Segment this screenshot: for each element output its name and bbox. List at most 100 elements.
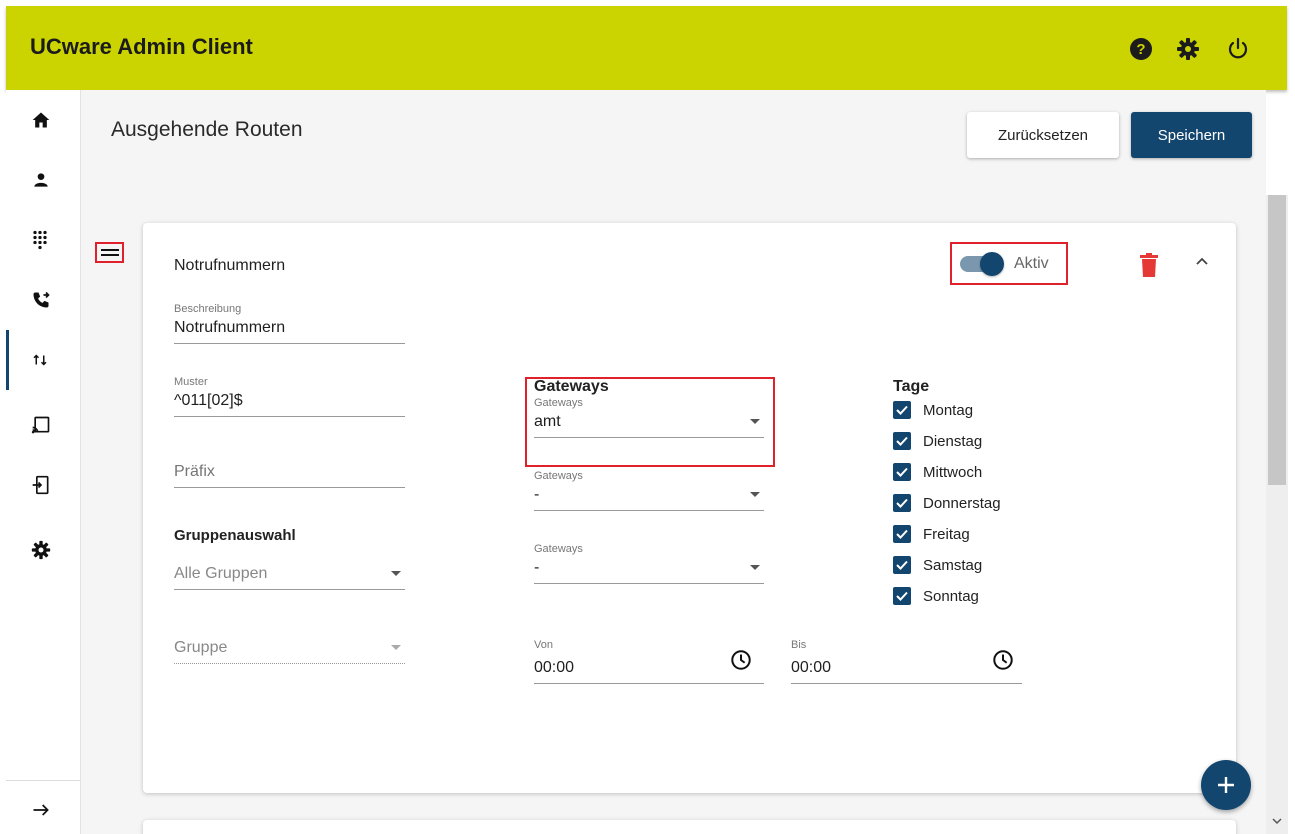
- beschreibung-label: Beschreibung: [174, 303, 242, 315]
- checkbox[interactable]: [893, 525, 911, 543]
- app-title: UCware Admin Client: [30, 34, 253, 59]
- day-label: Samstag: [923, 556, 983, 574]
- plus-icon: [1218, 777, 1234, 793]
- gateway-select-1[interactable]: Gateways amt: [534, 397, 764, 438]
- day-thursday[interactable]: Donnerstag: [893, 494, 1001, 512]
- power-icon[interactable]: [1225, 36, 1251, 62]
- sidebar-item-forwarding[interactable]: [6, 270, 80, 330]
- praefix-input[interactable]: [174, 459, 405, 488]
- chevron-down-icon: [750, 492, 760, 497]
- route-card-next[interactable]: [143, 820, 1236, 834]
- gruppenauswahl-select[interactable]: Alle Gruppen: [174, 561, 405, 590]
- day-tuesday[interactable]: Dienstag: [893, 432, 982, 450]
- scrollbar[interactable]: [1266, 195, 1288, 834]
- route-title: Notrufnummern: [174, 257, 286, 274]
- gear-icon[interactable]: [1175, 36, 1201, 62]
- arrow-right-icon: [33, 804, 49, 816]
- cast-icon: [31, 416, 50, 434]
- checkbox[interactable]: [893, 401, 911, 419]
- help-icon[interactable]: ?: [1128, 36, 1154, 62]
- chevron-down-icon: [750, 419, 760, 424]
- gateway-select-3[interactable]: Gateways -: [534, 543, 764, 584]
- chevron-down-icon: [391, 645, 401, 650]
- checkbox[interactable]: [893, 494, 911, 512]
- svg-text:?: ?: [1136, 41, 1145, 58]
- tage-heading: Tage: [893, 378, 930, 395]
- day-label: Donnerstag: [923, 494, 1001, 512]
- muster-label: Muster: [174, 376, 208, 388]
- muster-input[interactable]: [174, 388, 405, 417]
- day-label: Freitag: [923, 525, 970, 543]
- checkbox[interactable]: [893, 463, 911, 481]
- day-wednesday[interactable]: Mittwoch: [893, 463, 982, 481]
- phone-forward-icon: [33, 291, 50, 308]
- gateway-label-1: Gateways: [534, 397, 583, 409]
- bis-field[interactable]: Bis: [791, 639, 1022, 684]
- gruppenauswahl-heading: Gruppenauswahl: [174, 527, 296, 544]
- day-label: Dienstag: [923, 432, 983, 450]
- drag-handle-icon: [100, 248, 119, 256]
- page-title: Ausgehende Routen: [111, 118, 303, 141]
- gateway-value-1: amt: [534, 409, 764, 438]
- day-label: Montag: [923, 401, 974, 419]
- save-button[interactable]: Speichern: [1131, 112, 1252, 158]
- day-sunday[interactable]: Sonntag: [893, 587, 979, 605]
- active-toggle[interactable]: Aktiv: [950, 242, 1068, 285]
- chevron-down-icon: [391, 571, 401, 576]
- drag-handle[interactable]: [95, 242, 124, 263]
- gateway-label-2: Gateways: [534, 470, 583, 482]
- login-icon: [32, 475, 49, 495]
- gateway-label-3: Gateways: [534, 543, 583, 555]
- gateway-value-3: -: [534, 555, 764, 584]
- gruppenauswahl-value: Alle Gruppen: [174, 561, 405, 590]
- day-saturday[interactable]: Samstag: [893, 556, 982, 574]
- bis-label: Bis: [791, 639, 807, 651]
- add-route-button[interactable]: [1201, 760, 1251, 810]
- gateway-value-2: -: [534, 482, 764, 511]
- route-card: Notrufnummern Aktiv Beschreibung Muster …: [143, 223, 1236, 793]
- muster-field[interactable]: Muster: [174, 376, 405, 417]
- checkbox[interactable]: [893, 432, 911, 450]
- sidebar-item-routes[interactable]: [6, 330, 80, 390]
- sidebar-item-login[interactable]: [6, 455, 80, 515]
- scrollbar-thumb[interactable]: [1268, 195, 1286, 485]
- sidebar-item-home[interactable]: [6, 90, 80, 150]
- bis-input[interactable]: [791, 651, 1022, 684]
- praefix-field[interactable]: [174, 459, 405, 488]
- collapse-button[interactable]: [1189, 248, 1215, 274]
- chevron-down-icon: [750, 565, 760, 570]
- day-label: Sonntag: [923, 587, 979, 605]
- clock-icon[interactable]: [992, 649, 1014, 671]
- beschreibung-field[interactable]: Beschreibung: [174, 303, 405, 344]
- checkbox[interactable]: [893, 556, 911, 574]
- scroll-down-icon[interactable]: [1272, 817, 1282, 825]
- active-label: Aktiv: [1014, 254, 1049, 272]
- dialpad-icon: [33, 230, 47, 250]
- gruppe-value: Gruppe: [174, 635, 405, 664]
- sidebar-item-dialpad[interactable]: [6, 210, 80, 270]
- gruppe-select[interactable]: Gruppe: [174, 635, 405, 664]
- chevron-up-icon: [1196, 257, 1208, 265]
- sidebar: [6, 90, 81, 834]
- delete-button[interactable]: [1136, 252, 1162, 278]
- home-icon: [32, 112, 50, 128]
- beschreibung-input[interactable]: [174, 315, 405, 344]
- day-friday[interactable]: Freitag: [893, 525, 970, 543]
- von-field[interactable]: Von: [534, 639, 764, 684]
- person-icon: [34, 173, 48, 187]
- sidebar-expand[interactable]: [6, 780, 80, 834]
- checkbox[interactable]: [893, 587, 911, 605]
- reset-button[interactable]: Zurücksetzen: [967, 112, 1119, 158]
- day-monday[interactable]: Montag: [893, 401, 973, 419]
- sidebar-item-devices[interactable]: [6, 395, 80, 455]
- gateway-select-2[interactable]: Gateways -: [534, 470, 764, 511]
- day-label: Mittwoch: [923, 463, 983, 481]
- routes-icon: [33, 354, 47, 366]
- toggle-thumb: [980, 251, 1004, 276]
- sidebar-item-users[interactable]: [6, 150, 80, 210]
- clock-icon[interactable]: [730, 649, 752, 671]
- sidebar-item-settings[interactable]: [6, 520, 80, 580]
- main-content: Ausgehende Routen Zurücksetzen Speichern…: [81, 90, 1266, 834]
- settings-icon: [31, 540, 51, 560]
- gateways-heading: Gateways: [534, 378, 609, 395]
